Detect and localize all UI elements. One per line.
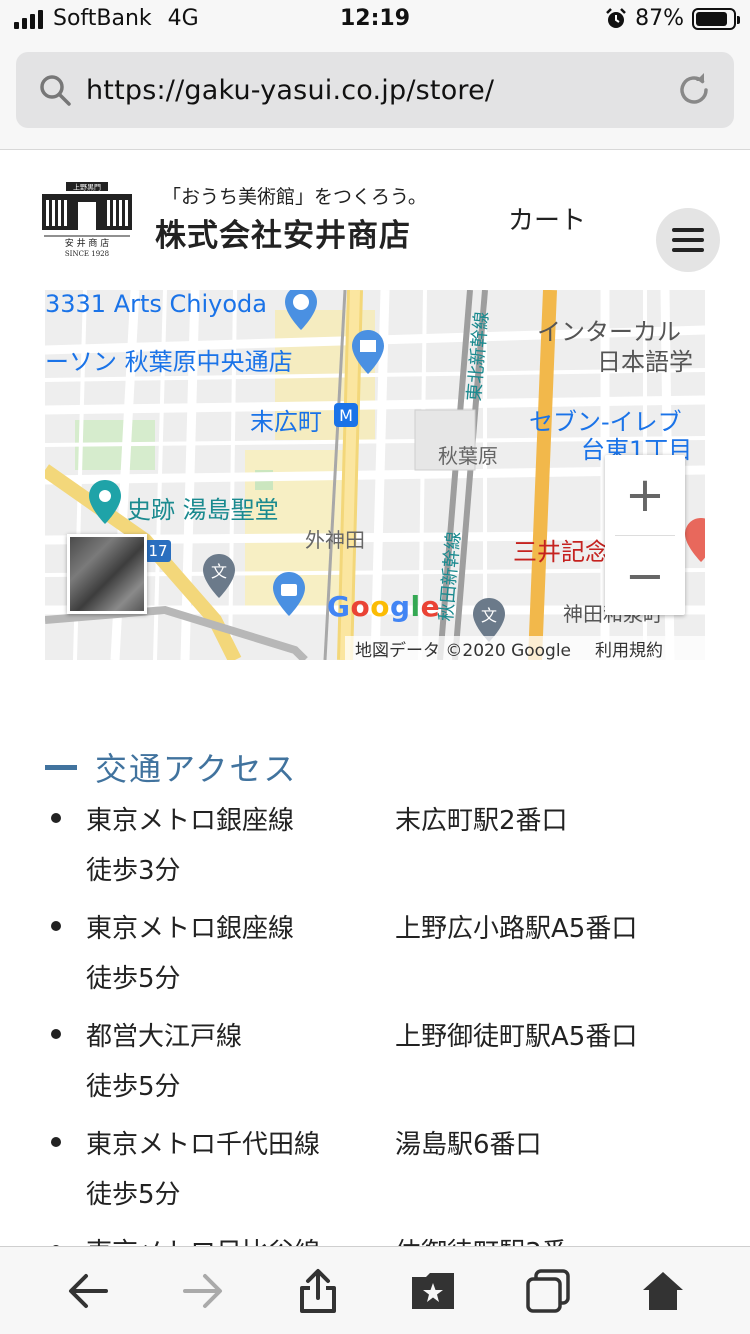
shop-pin-icon[interactable] bbox=[348, 328, 388, 378]
list-item: 東京メトロ銀座線 末広町駅2番口 徒歩3分 bbox=[45, 796, 705, 904]
map-zoom-control: + − bbox=[605, 455, 685, 615]
map-terms-link[interactable]: 利用規約 bbox=[595, 636, 663, 661]
company-name[interactable]: 株式会社安井商店 bbox=[155, 210, 411, 255]
map-label-mitsui[interactable]: 三井記念 bbox=[513, 532, 609, 567]
map-label-nihongo[interactable]: 日本語学 bbox=[597, 342, 693, 377]
alarm-icon bbox=[606, 7, 626, 28]
share-button[interactable] bbox=[288, 1261, 348, 1321]
map-label-akihabara[interactable]: 秋葉原 bbox=[438, 440, 498, 469]
bookmarks-button[interactable] bbox=[403, 1261, 463, 1321]
battery-icon bbox=[692, 7, 740, 30]
reload-icon[interactable] bbox=[676, 72, 712, 108]
url-bar[interactable]: https://gaku-yasui.co.jp/store/ bbox=[16, 52, 734, 128]
back-button[interactable] bbox=[58, 1261, 118, 1321]
list-item: 東京メトロ銀座線 上野広小路駅A5番口 徒歩5分 bbox=[45, 904, 705, 1012]
route-17-shield: 17 bbox=[145, 540, 171, 562]
list-item: 東京メトロ千代田線 湯島駅6番口 徒歩5分 bbox=[45, 1120, 705, 1228]
logo-since-text: SINCE 1928 bbox=[65, 250, 109, 258]
school-pin-icon[interactable]: 文 bbox=[199, 552, 239, 602]
share-icon bbox=[299, 1268, 336, 1313]
access-section-heading: 交通アクセス bbox=[45, 744, 297, 790]
svg-text:文: 文 bbox=[481, 606, 497, 625]
hamburger-menu-button[interactable] bbox=[656, 208, 720, 272]
back-arrow-icon bbox=[68, 1273, 108, 1308]
bullet-icon bbox=[51, 1137, 61, 1147]
metro-station-icon: M bbox=[334, 403, 358, 427]
map-label-sotokanda: 外神田 bbox=[305, 528, 365, 552]
tabs-icon bbox=[525, 1268, 570, 1313]
search-icon bbox=[40, 75, 71, 106]
map-label-suehirocho[interactable]: 末広町 bbox=[250, 402, 322, 437]
station-exit: 末広町駅2番口 bbox=[395, 806, 568, 836]
google-logo[interactable]: Google bbox=[327, 590, 440, 623]
cart-link[interactable]: カート bbox=[508, 200, 586, 237]
street-view-thumbnail[interactable] bbox=[67, 534, 147, 614]
google-map[interactable]: M 文 文 17 3331 Arts Chiyoda ーソン 秋葉原中央通店 末… bbox=[45, 290, 705, 660]
map-data-credit: 地図データ ©2020 Google bbox=[355, 640, 572, 661]
bullet-icon bbox=[51, 813, 61, 823]
bullet-icon bbox=[51, 921, 61, 931]
shopping-pin-icon[interactable] bbox=[269, 570, 309, 620]
forward-arrow-icon bbox=[182, 1273, 222, 1308]
status-right: 87% bbox=[605, 6, 740, 31]
forward-button[interactable] bbox=[173, 1261, 233, 1321]
svg-text:上野黒門: 上野黒門 bbox=[73, 183, 101, 192]
walk-time: 徒歩5分 bbox=[86, 1180, 181, 1210]
bookmarks-icon bbox=[411, 1272, 454, 1309]
site-tagline: 「おうち美術館」をつくろう。 bbox=[162, 186, 427, 208]
station-exit: 上野広小路駅A5番口 bbox=[395, 914, 638, 944]
landmark-pin-icon[interactable] bbox=[85, 478, 125, 528]
list-item: 都営大江戸線 上野御徒町駅A5番口 徒歩5分 bbox=[45, 1012, 705, 1120]
train-line: 東京メトロ千代田線 bbox=[86, 1130, 321, 1160]
svg-text:M: M bbox=[339, 406, 353, 425]
walk-time: 徒歩5分 bbox=[86, 1072, 181, 1102]
battery-percent: 87% bbox=[635, 6, 684, 31]
heading-accent-bar bbox=[45, 764, 77, 770]
logo-sub-text: 安 井 商 店 bbox=[65, 237, 110, 249]
company-logo[interactable]: 上野黒門 安 井 商 店 SINCE 1928 bbox=[40, 180, 134, 258]
access-title: 交通アクセス bbox=[95, 750, 298, 788]
walk-time: 徒歩3分 bbox=[86, 856, 181, 886]
train-line: 東京メトロ銀座線 bbox=[86, 806, 295, 836]
map-label-yushima-seido[interactable]: 史跡 湯島聖堂 bbox=[127, 490, 279, 525]
svg-text:文: 文 bbox=[211, 562, 227, 581]
walk-time: 徒歩5分 bbox=[86, 964, 181, 994]
menu-icon-bar bbox=[672, 228, 704, 232]
train-line: 東京メトロ銀座線 bbox=[86, 914, 295, 944]
station-exit: 上野御徒町駅A5番口 bbox=[395, 1022, 638, 1052]
station-exit: 湯島駅6番口 bbox=[395, 1130, 542, 1160]
map-attribution: 地図データ ©2020 Google 利用規約 bbox=[345, 636, 705, 660]
train-line: 都営大江戸線 bbox=[86, 1022, 243, 1052]
bullet-icon bbox=[51, 1029, 61, 1039]
menu-icon-bar bbox=[672, 248, 704, 252]
status-bar: SoftBank 4G 12:19 87% bbox=[0, 0, 750, 40]
map-label-lawson[interactable]: ーソン 秋葉原中央通店 bbox=[45, 342, 293, 377]
browser-toolbar bbox=[0, 1246, 750, 1334]
home-icon bbox=[642, 1271, 683, 1310]
home-button[interactable] bbox=[633, 1261, 693, 1321]
zoom-out-button[interactable]: − bbox=[605, 536, 685, 616]
browser-url-area: https://gaku-yasui.co.jp/store/ bbox=[0, 40, 750, 150]
zoom-in-button[interactable]: + bbox=[605, 455, 685, 535]
menu-icon-bar bbox=[672, 238, 704, 242]
url-text[interactable]: https://gaku-yasui.co.jp/store/ bbox=[86, 75, 676, 106]
map-pin-icon[interactable] bbox=[281, 290, 321, 334]
tabs-button[interactable] bbox=[518, 1261, 578, 1321]
map-label-arts-chiyoda[interactable]: 3331 Arts Chiyoda bbox=[45, 290, 267, 318]
